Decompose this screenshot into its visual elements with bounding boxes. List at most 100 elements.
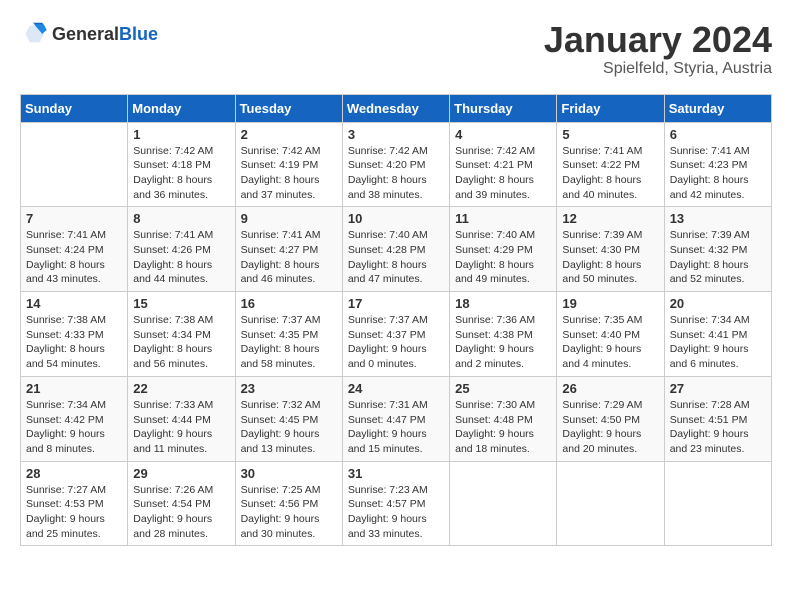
calendar-cell: 22 Sunrise: 7:33 AMSunset: 4:44 PMDayligh…: [128, 376, 235, 461]
day-info: Sunrise: 7:32 AMSunset: 4:45 PMDaylight:…: [241, 398, 337, 457]
calendar-body: 1Sunrise: 7:42 AMSunset: 4:18 PMDaylight…: [21, 122, 772, 546]
day-info: Sunrise: 7:33 AMSunset: 4:44 PMDaylight:…: [133, 398, 229, 457]
calendar-cell: 1Sunrise: 7:42 AMSunset: 4:18 PMDaylight…: [128, 122, 235, 207]
day-info: Sunrise: 7:38 AMSunset: 4:34 PMDaylight:…: [133, 313, 229, 372]
header: GeneralBlue January 2024 Spielfeld, Styr…: [20, 20, 772, 78]
day-info: Sunrise: 7:41 AMSunset: 4:22 PMDaylight:…: [562, 144, 658, 203]
day-info: Sunrise: 7:35 AMSunset: 4:40 PMDaylight:…: [562, 313, 658, 372]
day-info: Sunrise: 7:40 AMSunset: 4:29 PMDaylight:…: [455, 228, 551, 287]
calendar-cell: 12Sunrise: 7:39 AMSunset: 4:30 PMDayligh…: [557, 207, 664, 292]
main-title: January 2024: [544, 20, 772, 60]
day-number: 21: [26, 381, 122, 396]
day-header-wednesday: Wednesday: [342, 94, 449, 122]
day-number: 22: [133, 381, 229, 396]
calendar-cell: [450, 461, 557, 546]
logo-icon: [20, 20, 48, 48]
day-number: 30: [241, 466, 337, 481]
calendar-cell: 2Sunrise: 7:42 AMSunset: 4:19 PMDaylight…: [235, 122, 342, 207]
calendar-cell: 4 Sunrise: 7:42 AMSunset: 4:21 PMDaylight…: [450, 122, 557, 207]
day-number: 9: [241, 211, 337, 226]
day-number: 19: [562, 296, 658, 311]
day-number: 7: [26, 211, 122, 226]
day-info: Sunrise: 7:31 AMSunset: 4:47 PMDaylight:…: [348, 398, 444, 457]
day-info: Sunrise: 7:41 AMSunset: 4:24 PMDaylight:…: [26, 228, 122, 287]
day-number: 24: [348, 381, 444, 396]
day-info: Sunrise: 7:42 AMSunset: 4:21 PMDaylight:…: [455, 144, 551, 203]
calendar-cell: 31Sunrise: 7:23 AMSunset: 4:57 PMDayligh…: [342, 461, 449, 546]
calendar-cell: 21Sunrise: 7:34 AMSunset: 4:42 PMDayligh…: [21, 376, 128, 461]
day-info: Sunrise: 7:28 AMSunset: 4:51 PMDaylight:…: [670, 398, 766, 457]
calendar-cell: 15 Sunrise: 7:38 AMSunset: 4:34 PMDayligh…: [128, 292, 235, 377]
calendar-cell: 10 Sunrise: 7:40 AMSunset: 4:28 PMDayligh…: [342, 207, 449, 292]
calendar-cell: 14Sunrise: 7:38 AMSunset: 4:33 PMDayligh…: [21, 292, 128, 377]
day-info: Sunrise: 7:39 AMSunset: 4:32 PMDaylight:…: [670, 228, 766, 287]
day-info: Sunrise: 7:27 AMSunset: 4:53 PMDaylight:…: [26, 483, 122, 542]
calendar-week-3: 14Sunrise: 7:38 AMSunset: 4:33 PMDayligh…: [21, 292, 772, 377]
calendar-cell: 28 Sunrise: 7:27 AMSunset: 4:53 PMDayligh…: [21, 461, 128, 546]
calendar-cell: 13 Sunrise: 7:39 AMSunset: 4:32 PMDayligh…: [664, 207, 771, 292]
calendar-cell: 11 Sunrise: 7:40 AMSunset: 4:29 PMDayligh…: [450, 207, 557, 292]
day-info: Sunrise: 7:39 AMSunset: 4:30 PMDaylight:…: [562, 228, 658, 287]
day-info: Sunrise: 7:26 AMSunset: 4:54 PMDaylight:…: [133, 483, 229, 542]
day-number: 13: [670, 211, 766, 226]
day-number: 23: [241, 381, 337, 396]
day-header-tuesday: Tuesday: [235, 94, 342, 122]
calendar-cell: 29 Sunrise: 7:26 AMSunset: 4:54 PMDayligh…: [128, 461, 235, 546]
day-number: 8: [133, 211, 229, 226]
subtitle: Spielfeld, Styria, Austria: [544, 60, 772, 78]
logo-blue-text: Blue: [119, 24, 158, 44]
logo-general-text: General: [52, 24, 119, 44]
calendar-week-1: 1Sunrise: 7:42 AMSunset: 4:18 PMDaylight…: [21, 122, 772, 207]
day-number: 5: [562, 127, 658, 142]
day-header-thursday: Thursday: [450, 94, 557, 122]
calendar-cell: 19 Sunrise: 7:35 AMSunset: 4:40 PMDayligh…: [557, 292, 664, 377]
day-header-monday: Monday: [128, 94, 235, 122]
day-number: 31: [348, 466, 444, 481]
day-header-sunday: Sunday: [21, 94, 128, 122]
calendar-cell: [557, 461, 664, 546]
calendar-cell: 27 Sunrise: 7:28 AMSunset: 4:51 PMDayligh…: [664, 376, 771, 461]
calendar-cell: 3 Sunrise: 7:42 AMSunset: 4:20 PMDaylight…: [342, 122, 449, 207]
day-info: Sunrise: 7:41 AMSunset: 4:23 PMDaylight:…: [670, 144, 766, 203]
calendar-cell: 24 Sunrise: 7:31 AMSunset: 4:47 PMDayligh…: [342, 376, 449, 461]
day-number: 2: [241, 127, 337, 142]
day-number: 18: [455, 296, 551, 311]
day-number: 27: [670, 381, 766, 396]
calendar-week-5: 28 Sunrise: 7:27 AMSunset: 4:53 PMDayligh…: [21, 461, 772, 546]
day-number: 28: [26, 466, 122, 481]
day-info: Sunrise: 7:40 AMSunset: 4:28 PMDaylight:…: [348, 228, 444, 287]
calendar-cell: 18 Sunrise: 7:36 AMSunset: 4:38 PMDayligh…: [450, 292, 557, 377]
day-number: 4: [455, 127, 551, 142]
calendar-cell: 6Sunrise: 7:41 AMSunset: 4:23 PMDaylight…: [664, 122, 771, 207]
day-info: Sunrise: 7:36 AMSunset: 4:38 PMDaylight:…: [455, 313, 551, 372]
day-number: 15: [133, 296, 229, 311]
day-info: Sunrise: 7:42 AMSunset: 4:20 PMDaylight:…: [348, 144, 444, 203]
day-header-friday: Friday: [557, 94, 664, 122]
day-info: Sunrise: 7:29 AMSunset: 4:50 PMDaylight:…: [562, 398, 658, 457]
calendar-cell: 5 Sunrise: 7:41 AMSunset: 4:22 PMDaylight…: [557, 122, 664, 207]
calendar-header: SundayMondayTuesdayWednesdayThursdayFrid…: [21, 94, 772, 122]
day-info: Sunrise: 7:38 AMSunset: 4:33 PMDaylight:…: [26, 313, 122, 372]
calendar-week-2: 7 Sunrise: 7:41 AMSunset: 4:24 PMDaylight…: [21, 207, 772, 292]
day-info: Sunrise: 7:37 AMSunset: 4:35 PMDaylight:…: [241, 313, 337, 372]
day-number: 1: [133, 127, 229, 142]
day-info: Sunrise: 7:41 AMSunset: 4:26 PMDaylight:…: [133, 228, 229, 287]
day-number: 16: [241, 296, 337, 311]
calendar-cell: 17 Sunrise: 7:37 AMSunset: 4:37 PMDayligh…: [342, 292, 449, 377]
day-number: 17: [348, 296, 444, 311]
day-info: Sunrise: 7:30 AMSunset: 4:48 PMDaylight:…: [455, 398, 551, 457]
calendar-cell: 16 Sunrise: 7:37 AMSunset: 4:35 PMDayligh…: [235, 292, 342, 377]
day-info: Sunrise: 7:37 AMSunset: 4:37 PMDaylight:…: [348, 313, 444, 372]
calendar-cell: 23 Sunrise: 7:32 AMSunset: 4:45 PMDayligh…: [235, 376, 342, 461]
title-area: January 2024 Spielfeld, Styria, Austria: [544, 20, 772, 78]
day-number: 29: [133, 466, 229, 481]
day-number: 20: [670, 296, 766, 311]
day-header-saturday: Saturday: [664, 94, 771, 122]
day-number: 10: [348, 211, 444, 226]
day-info: Sunrise: 7:34 AMSunset: 4:41 PMDaylight:…: [670, 313, 766, 372]
calendar-table: SundayMondayTuesdayWednesdayThursdayFrid…: [20, 94, 772, 547]
calendar-cell: 26Sunrise: 7:29 AMSunset: 4:50 PMDayligh…: [557, 376, 664, 461]
day-number: 3: [348, 127, 444, 142]
day-number: 11: [455, 211, 551, 226]
logo: GeneralBlue: [20, 20, 158, 48]
